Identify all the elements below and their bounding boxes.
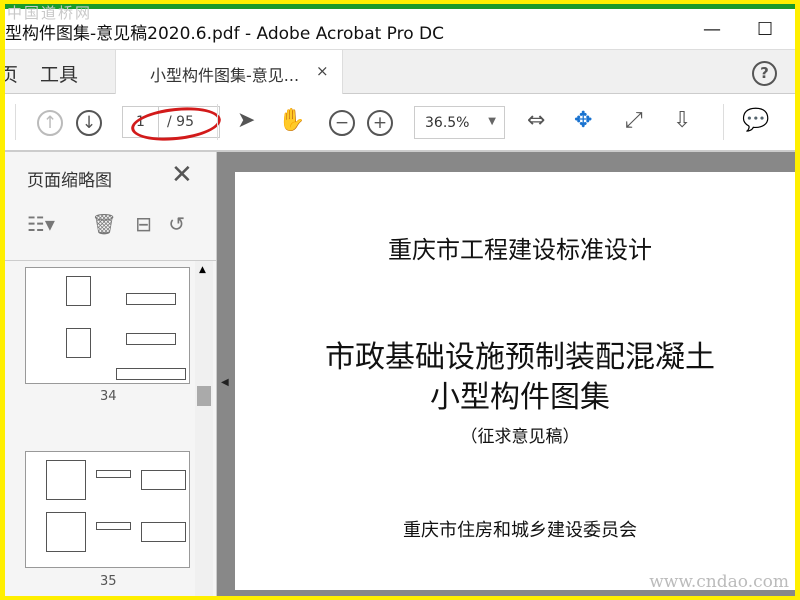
doc-title-line2: 小型构件图集 [430, 380, 610, 415]
zoom-select[interactable]: 36.5% ▼ [414, 106, 505, 139]
title-bar: 型构件图集-意见稿2020.6.pdf - Adobe Acrobat Pro … [5, 9, 795, 49]
thumbnail-page-34[interactable] [25, 267, 190, 384]
rotate-icon[interactable]: ↺ [168, 212, 185, 236]
previous-page-icon[interactable]: ↑ [37, 110, 63, 136]
options-menu-icon[interactable]: ☷▾ [27, 212, 55, 236]
read-mode-icon[interactable]: ⇩ [673, 108, 691, 133]
zoom-value: 36.5% [425, 115, 470, 131]
zoom-in-icon[interactable]: + [367, 110, 393, 136]
close-tab-icon[interactable]: × [316, 62, 329, 80]
thumbnail-panel: 页面缩略图 ✕ ☷▾ 🗑 ⊟ ↺ 34 35 ▲ [5, 152, 217, 596]
pdf-page: 重庆市工程建设标准设计 市政基础设施预制装配混凝土 小型构件图集 （征求意见稿）… [235, 172, 795, 590]
doc-heading: 重庆市工程建设标准设计 [388, 236, 652, 264]
zoom-out-icon[interactable]: − [329, 110, 355, 136]
thumbnail-page-35[interactable] [25, 451, 190, 568]
divider [217, 104, 218, 140]
divider [723, 104, 724, 140]
tab-bar: 页 工具 小型构件图集-意见... × ? [5, 49, 795, 95]
delete-icon[interactable]: 🗑 [91, 212, 116, 236]
help-icon[interactable]: ? [752, 61, 777, 86]
insert-page-icon[interactable]: ⊟ [135, 212, 152, 236]
collapse-panel-icon[interactable]: ◀ [221, 377, 229, 388]
watermark-url: www.cndao.com [649, 572, 789, 592]
scroll-thumb[interactable] [197, 386, 211, 406]
watermark-logo: 中国道桥网 [7, 4, 93, 22]
thumbnail-list: 34 35 ▲ [5, 260, 217, 596]
tab-document[interactable]: 小型构件图集-意见... × [115, 50, 343, 95]
panel-tools: ☷▾ 🗑 ⊟ ↺ [27, 212, 185, 236]
chevron-down-icon: ▼ [488, 116, 496, 127]
tab-tools[interactable]: 工具 [40, 60, 78, 87]
window-title: 型构件图集-意见稿2020.6.pdf - Adobe Acrobat Pro … [5, 24, 445, 44]
doc-subtitle: （征求意见稿） [460, 427, 580, 447]
acrobat-window: 型构件图集-意见稿2020.6.pdf - Adobe Acrobat Pro … [5, 4, 795, 596]
thumbnail-label: 35 [100, 574, 117, 589]
panel-title: 页面缩略图 [27, 171, 112, 191]
minimize-button[interactable]: — [703, 19, 721, 40]
tab-document-label: 小型构件图集-意见... [150, 66, 300, 85]
doc-title-line1: 市政基础设施预制装配混凝土 [325, 340, 715, 375]
fit-page-icon[interactable]: ✥ [574, 108, 592, 133]
thumbnail-label: 34 [100, 389, 117, 404]
close-panel-icon[interactable]: ✕ [171, 160, 193, 190]
maximize-button[interactable]: ☐ [757, 19, 773, 40]
full-screen-icon[interactable]: ⤢ [625, 108, 643, 133]
comment-icon[interactable]: 💬 [742, 108, 769, 133]
document-view: ◀ 重庆市工程建设标准设计 市政基础设施预制装配混凝土 小型构件图集 （征求意见… [217, 152, 795, 596]
fit-width-icon[interactable]: ⇔ [527, 108, 545, 133]
hand-tool-icon[interactable]: ✋ [278, 108, 305, 133]
tab-home[interactable]: 页 [5, 60, 18, 87]
divider [15, 104, 16, 140]
toolbar: ↑ ↓ 1 / 95 ➤ ✋ − + 36.5% ▼ ⇔ ✥ ⤢ ⇩ 💬 [5, 94, 795, 152]
next-page-icon[interactable]: ↓ [76, 110, 102, 136]
doc-publisher: 重庆市住房和城乡建设委员会 [403, 520, 637, 541]
select-cursor-icon[interactable]: ➤ [237, 108, 255, 133]
thumbnail-scrollbar[interactable]: ▲ [195, 261, 213, 596]
